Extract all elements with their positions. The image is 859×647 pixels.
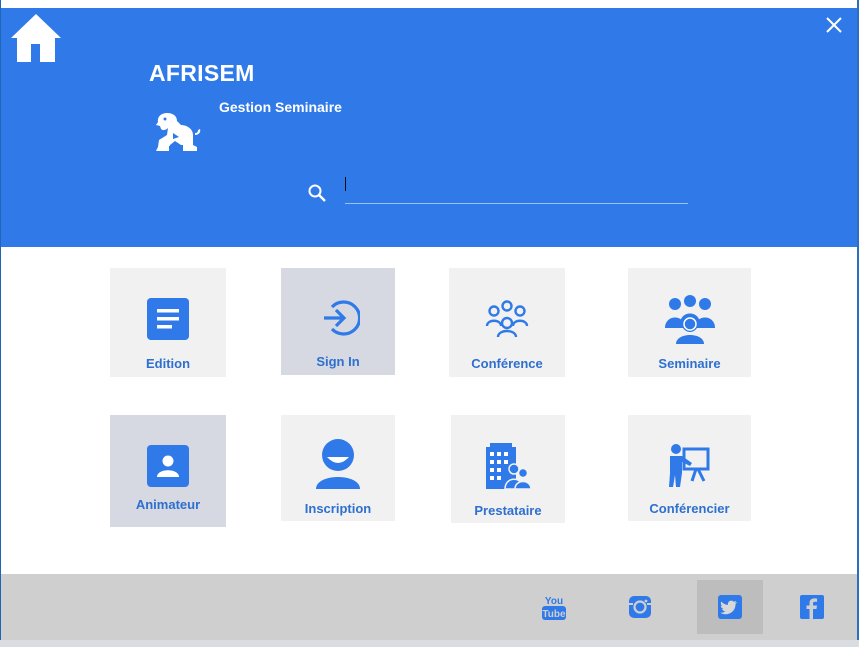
sign-in-icon: [324, 300, 360, 336]
twitter-icon: [718, 595, 742, 619]
tile-seminaire[interactable]: Seminaire: [628, 268, 751, 377]
tile-inscription[interactable]: Inscription: [281, 415, 395, 521]
window-bottom-edge: [0, 640, 859, 647]
group-icon: [485, 300, 529, 338]
tile-label: Conférence: [471, 356, 543, 371]
search-icon: [308, 184, 326, 202]
svg-text:You: You: [545, 596, 563, 607]
contact-card-icon: [147, 445, 189, 487]
svg-text:Tube: Tube: [542, 609, 566, 620]
facebook-link[interactable]: [779, 580, 845, 634]
tile-label: Edition: [145, 356, 191, 371]
app-subtitle: Gestion Seminaire: [219, 99, 342, 115]
app-title: AFRISEM: [149, 60, 255, 86]
youtube-link[interactable]: You Tube: [521, 580, 587, 634]
tile-label: Seminaire: [658, 356, 721, 371]
window-top-border: [1, 0, 857, 8]
lion-icon: [156, 113, 201, 151]
tile-conference[interactable]: Conférence: [449, 268, 565, 377]
tile-sign-in[interactable]: Sign In: [281, 268, 395, 375]
document-icon: [147, 298, 189, 340]
twitter-link[interactable]: [697, 580, 763, 634]
tile-label: Inscription: [304, 501, 372, 516]
header: AFRISEM Gestion Seminaire: [1, 0, 857, 247]
tile-animateur[interactable]: Animateur: [110, 415, 226, 527]
youtube-icon: You Tube: [542, 596, 566, 620]
footer: You Tube: [1, 574, 857, 640]
tile-conferencier[interactable]: Conférencier: [628, 415, 751, 521]
text-cursor: [345, 177, 346, 191]
close-icon: [826, 17, 842, 33]
instagram-icon: [629, 596, 651, 618]
tile-edition[interactable]: Edition: [110, 268, 226, 377]
close-button[interactable]: [823, 14, 845, 36]
home-icon: [11, 14, 61, 62]
buildings-icon: [486, 443, 532, 490]
app-window: AFRISEM Gestion Seminaire Edition Sign I…: [1, 0, 857, 640]
tile-prestataire[interactable]: Prestataire: [451, 415, 565, 523]
tile-label: Prestataire: [474, 503, 542, 518]
audience-icon: [664, 295, 715, 344]
tile-label: Sign In: [316, 354, 360, 369]
tile-label: Animateur: [135, 497, 201, 512]
presenter-icon: [668, 444, 709, 487]
search-input[interactable]: [345, 172, 688, 204]
user-icon: [316, 439, 360, 489]
instagram-link[interactable]: [607, 580, 673, 634]
facebook-icon: [800, 595, 824, 619]
tile-label: Conférencier: [649, 501, 730, 516]
home-button[interactable]: [9, 12, 63, 64]
